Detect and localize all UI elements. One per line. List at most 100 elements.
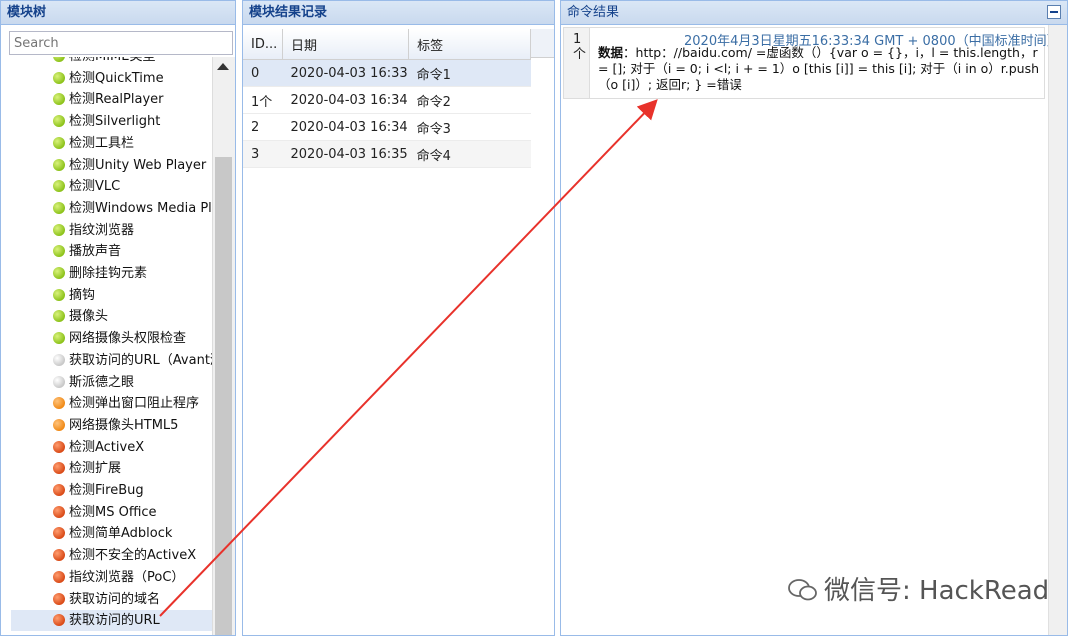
tree-item-label: 指纹浏览器 — [69, 222, 135, 238]
tree-item-label: 检测MS Office — [69, 504, 157, 520]
tree-item-label: 获取访问的域名 — [69, 591, 161, 607]
table-row[interactable]: 3 2020-04-03 16:35 命令4 — [243, 140, 531, 168]
tree-item[interactable]: 检测简单Adblock — [53, 523, 172, 544]
tree-item[interactable]: 网络摄像头HTML5 — [53, 415, 178, 436]
tree-item[interactable]: 检测弹出窗口阻止程序 — [53, 393, 199, 414]
tree-item[interactable]: 检测QuickTime — [53, 68, 164, 89]
search-input[interactable] — [9, 31, 233, 55]
column-header-label[interactable]: 标签 — [408, 29, 531, 60]
cell-id: 1个 — [243, 86, 283, 114]
header-filler — [531, 29, 554, 58]
tree-item-label: 检测Silverlight — [69, 114, 161, 130]
cell-id: 2 — [243, 113, 283, 141]
tree-item-label: 检测简单Adblock — [69, 526, 173, 542]
tree-item-label: 网络摄像头权限检查 — [69, 331, 187, 347]
tree-item-label: 检测RealPlayer — [69, 92, 164, 108]
status-green-icon — [53, 71, 65, 84]
tree-scrollbar[interactable] — [212, 57, 235, 635]
tree-item[interactable]: 检测扩展 — [53, 458, 121, 479]
tree-item[interactable]: 检测ActiveX — [53, 437, 144, 458]
module-tree-panel: 模块树 检测MIME类型检测QuickTime 检测RealPlayer 检测Sil… — [0, 0, 236, 636]
watermark-text: 微信号: HackRead — [824, 576, 1050, 606]
tree-item-label: 检测工具栏 — [69, 135, 135, 151]
status-green-icon — [53, 180, 65, 193]
table-row[interactable]: 2 2020-04-03 16:34 命令3 — [243, 113, 531, 141]
tree-item[interactable]: 播放声音 — [53, 241, 121, 262]
cell-id: 0 — [243, 59, 283, 87]
tree-item[interactable]: 斯派德之眼 — [53, 372, 134, 393]
module-records-panel: 模块结果记录 ID... 日期 标签 0 2020-04-03 16:33 命令1 1… — [242, 0, 555, 636]
tree-item[interactable]: 摘钩 — [53, 285, 95, 306]
tree-item-label: 检测FireBug — [69, 483, 144, 498]
wechat-icon — [788, 579, 817, 601]
results-scrollbar[interactable] — [1048, 25, 1067, 635]
tree-item[interactable]: 检测MS Office — [53, 502, 157, 523]
tree-item[interactable]: 检测Windows Media Pla — [53, 198, 215, 219]
status-red-icon — [53, 549, 65, 562]
tree-item[interactable]: 获取访问的域名 — [53, 589, 160, 610]
tree-item[interactable]: 检测Unity Web Player — [53, 155, 206, 176]
tree-item-label: 检测MIME类型 — [69, 57, 155, 64]
status-green-icon — [53, 288, 65, 301]
tree-item[interactable]: 获取访问的URL — [11, 610, 215, 632]
tree-item[interactable]: 检测工具栏 — [53, 133, 134, 154]
status-green-icon — [53, 201, 65, 214]
tree-item[interactable]: 删除挂钩元素 — [53, 263, 147, 284]
tree-item-label: 获取访问的URL — [69, 613, 160, 629]
result-data-text: ：http：//baidu.com/ =虚函数（）{var o = {}，i，l… — [598, 45, 1040, 92]
tree-item-label: 检测VLC — [69, 179, 121, 195]
status-red-icon — [53, 462, 65, 475]
tree-item[interactable]: 指纹浏览器 — [53, 220, 134, 241]
cell-label: 命令1 — [408, 59, 531, 87]
tree-item-label: 检测ActiveX — [69, 439, 145, 455]
module-tree-list: 检测MIME类型检测QuickTime 检测RealPlayer 检测Silverl… — [1, 57, 215, 635]
module-tree-title: 模块树 — [1, 1, 235, 25]
tree-item[interactable]: 获取访问的URL（Avant浏 — [53, 350, 215, 371]
tree-item-label: 摘钩 — [69, 287, 96, 303]
status-red-icon — [53, 505, 65, 518]
result-data-label: 数据 — [598, 45, 624, 60]
table-row[interactable]: 1个 2020-04-03 16:34 命令2 — [243, 86, 531, 114]
tree-item[interactable]: 检测Silverlight — [53, 111, 160, 132]
watermark: 微信号: HackRead — [788, 570, 1049, 607]
status-red-icon — [53, 484, 65, 496]
cell-date: 2020-04-03 16:34 — [282, 113, 409, 141]
result-entry: 1 个 2020年4月3日星期五16:33:34 GMT + 0800（中国标准… — [563, 27, 1060, 99]
tree-item[interactable]: 指纹浏览器（PoC） — [53, 567, 184, 588]
tree-item-label: 检测弹出窗口阻止程序 — [69, 396, 200, 412]
status-red-icon — [53, 440, 65, 453]
tree-item[interactable]: 检测VLC — [53, 176, 120, 197]
tree-item[interactable]: 检测MIME类型 — [53, 57, 155, 67]
tree-item[interactable]: 检测FireBug — [53, 480, 144, 501]
tree-item-label: 播放声音 — [69, 244, 122, 260]
column-header-id[interactable]: ID... — [243, 29, 283, 60]
records-title: 模块结果记录 — [243, 1, 554, 25]
status-green-icon — [53, 245, 65, 258]
column-header-date[interactable]: 日期 — [282, 29, 410, 60]
table-row[interactable]: 0 2020-04-03 16:33 命令1 — [243, 59, 531, 87]
status-red-icon — [53, 614, 65, 627]
tree-item-label: 检测Windows Media Pla — [69, 200, 215, 216]
cell-date: 2020-04-03 16:34 — [282, 86, 409, 114]
scrollbar-thumb[interactable] — [215, 157, 232, 635]
tree-item-label: 检测QuickTime — [69, 70, 164, 86]
tree-item[interactable]: 网络摄像头权限检查 — [53, 328, 186, 349]
status-green-icon — [53, 57, 65, 62]
cell-id: 3 — [243, 140, 283, 168]
tree-item[interactable]: 摄像头 — [53, 306, 108, 327]
tree-item-label: 获取访问的URL（Avant浏 — [69, 352, 215, 368]
tree-item[interactable]: 检测不安全的ActiveX — [53, 545, 196, 566]
status-red-icon — [53, 592, 65, 605]
cell-date: 2020-04-03 16:33 — [282, 59, 409, 87]
cell-label: 命令4 — [408, 140, 531, 168]
results-title: 命令结果 — [561, 1, 1067, 25]
collapse-icon[interactable] — [1047, 5, 1061, 19]
tree-item-label: 摄像头 — [69, 309, 109, 325]
scroll-up-icon[interactable] — [217, 63, 229, 70]
result-entry-number: 1 个 — [564, 28, 590, 98]
status-gray-icon — [53, 375, 65, 388]
tree-item-label: 指纹浏览器（PoC） — [69, 569, 185, 585]
records-table: ID... 日期 标签 0 2020-04-03 16:33 命令1 1个 2020-0… — [243, 29, 531, 168]
cell-label: 命令2 — [408, 86, 531, 114]
tree-item[interactable]: 检测RealPlayer — [53, 89, 163, 110]
